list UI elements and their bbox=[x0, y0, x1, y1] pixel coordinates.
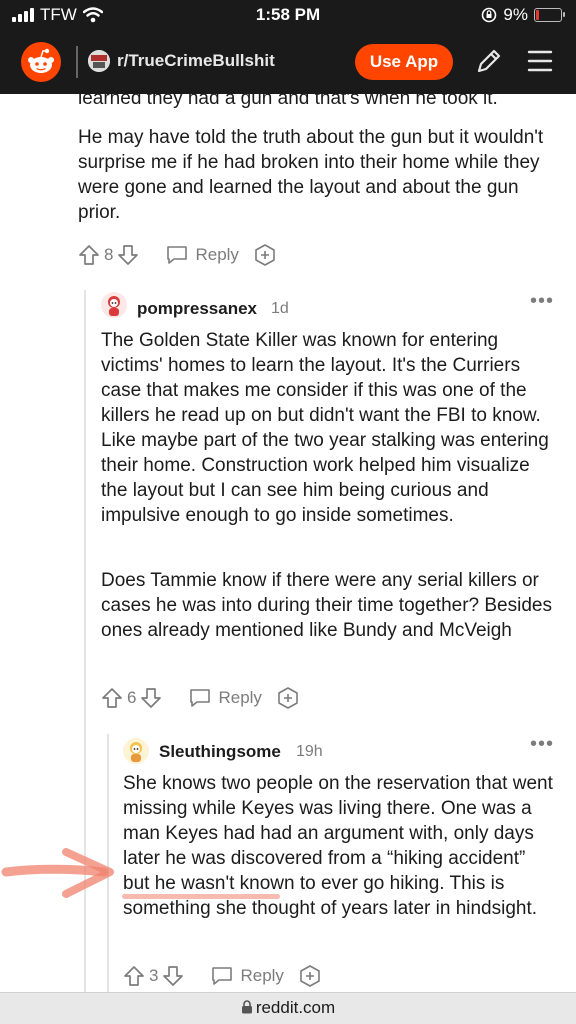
pencil-icon[interactable] bbox=[474, 46, 504, 76]
annotation-underline bbox=[122, 894, 280, 899]
vote-count: 6 bbox=[127, 688, 137, 707]
reply-icon bbox=[167, 246, 188, 264]
avatar[interactable] bbox=[123, 738, 149, 764]
post-clipped-line: learned they had a gun and that's when h… bbox=[78, 94, 498, 109]
award-icon[interactable] bbox=[253, 243, 277, 267]
header-divider bbox=[76, 46, 78, 78]
vote-count: 8 bbox=[104, 245, 114, 264]
parent-comment-actions: 8 Reply bbox=[78, 243, 277, 267]
reply-label: Reply bbox=[218, 688, 262, 707]
app-header: r/TrueCrimeBullshit Use App bbox=[0, 30, 576, 94]
reply-button[interactable]: Reply bbox=[165, 244, 239, 266]
annotation-arrow-icon bbox=[1, 848, 114, 898]
lock-rotation-icon bbox=[482, 7, 497, 23]
battery-icon bbox=[534, 8, 565, 22]
subreddit-avatar bbox=[88, 50, 110, 72]
reply-icon bbox=[212, 967, 233, 985]
award-icon[interactable] bbox=[276, 686, 300, 710]
menu-icon[interactable] bbox=[526, 48, 554, 74]
downvote-icon[interactable] bbox=[162, 965, 184, 987]
upvote-icon[interactable] bbox=[78, 244, 100, 266]
award-icon[interactable] bbox=[298, 964, 322, 988]
reply-label: Reply bbox=[240, 966, 284, 985]
comment-actions: 3 Reply bbox=[123, 964, 322, 988]
comment-username[interactable]: pompressanex bbox=[137, 299, 257, 319]
comment-time: 1d bbox=[271, 300, 289, 317]
comment-body: The Golden State Killer was known for en… bbox=[101, 330, 549, 526]
upvote-icon[interactable] bbox=[101, 687, 123, 709]
url-domain: reddit.com bbox=[255, 998, 336, 1017]
status-bar: TFW 1:58 PM 9% bbox=[0, 0, 576, 30]
vote-count: 3 bbox=[149, 966, 159, 985]
upvote-icon[interactable] bbox=[123, 965, 145, 987]
more-dots-icon[interactable]: ••• bbox=[530, 733, 554, 756]
comment-thread: learned they had a gun and that's when h… bbox=[0, 94, 576, 992]
reply-label: Reply bbox=[195, 245, 239, 264]
comment-username[interactable]: Sleuthingsome bbox=[159, 742, 281, 762]
subreddit-name[interactable]: r/TrueCrimeBullshit bbox=[117, 51, 275, 71]
comment-actions: 6 Reply bbox=[101, 686, 300, 710]
battery-percent: 9% bbox=[503, 5, 528, 24]
use-app-button[interactable]: Use App bbox=[355, 44, 453, 80]
url-bar[interactable]: reddit.com bbox=[0, 992, 576, 1024]
more-dots-icon[interactable]: ••• bbox=[530, 290, 554, 313]
avatar[interactable] bbox=[101, 292, 127, 318]
downvote-icon[interactable] bbox=[117, 244, 139, 266]
reply-button[interactable]: Reply bbox=[210, 965, 284, 987]
lock-icon bbox=[241, 1000, 252, 1014]
parent-comment-body: He may have told the truth about the gun… bbox=[78, 127, 544, 223]
reddit-logo-icon[interactable] bbox=[21, 42, 61, 82]
comment-body: Does Tammie know if there were any seria… bbox=[101, 570, 552, 641]
downvote-icon[interactable] bbox=[140, 687, 162, 709]
comment-time: 19h bbox=[296, 743, 323, 760]
reply-icon bbox=[190, 689, 211, 707]
reply-button[interactable]: Reply bbox=[188, 687, 262, 709]
